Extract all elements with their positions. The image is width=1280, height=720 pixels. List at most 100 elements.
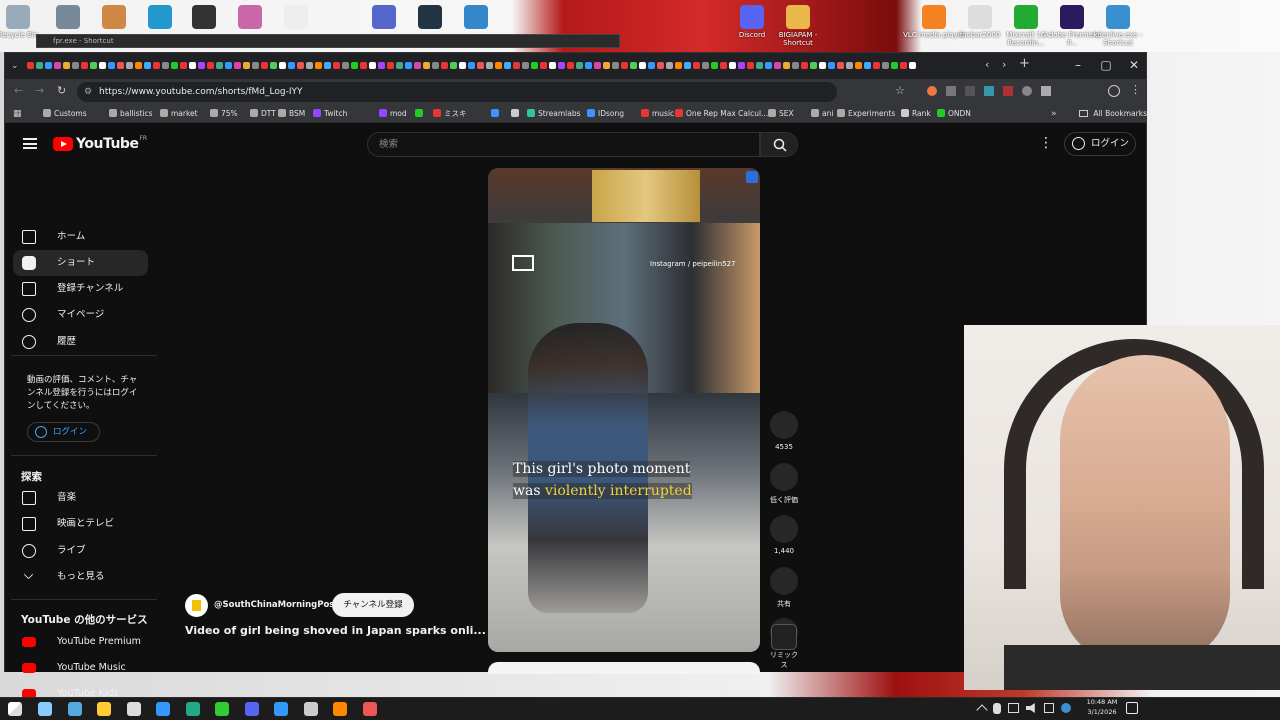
short-title[interactable]: Video of girl being shoved in Japan spar…	[185, 624, 486, 637]
sidebar-item-chevron-down[interactable]: もっと見る	[13, 564, 148, 590]
extension-icon[interactable]	[946, 86, 956, 96]
extension-icon[interactable]	[965, 86, 975, 96]
reload-icon[interactable]: ↻	[57, 84, 66, 97]
tray-expand-icon[interactable]	[976, 704, 988, 716]
browser-menu-icon[interactable]: ⋮	[1130, 83, 1141, 96]
maximize-icon[interactable]: ▢	[1098, 58, 1114, 72]
bookmark-item[interactable]	[511, 105, 522, 123]
channel-avatar[interactable]	[185, 594, 208, 617]
background-window-titlebar[interactable]: fpr.exe - Shortcut	[36, 34, 620, 48]
tab-favicon[interactable]	[180, 62, 187, 69]
tab-scroll-left-icon[interactable]: ‹	[985, 58, 989, 71]
start-icon[interactable]	[8, 702, 22, 716]
tab-favicon[interactable]	[90, 62, 97, 69]
tab-favicon[interactable]	[198, 62, 205, 69]
tab-favicon[interactable]	[450, 62, 457, 69]
bookmark-item[interactable]	[415, 105, 426, 123]
desktop-icon[interactable]	[444, 2, 508, 31]
comment-button[interactable]: 1,440	[769, 515, 799, 555]
tab-favicon[interactable]	[486, 62, 493, 69]
bookmark-item[interactable]: SEX	[768, 105, 794, 123]
tab-favicon[interactable]	[252, 62, 259, 69]
tab-favicon[interactable]	[873, 62, 880, 69]
close-icon[interactable]: ✕	[1126, 58, 1142, 72]
forward-icon[interactable]: →	[35, 84, 44, 97]
taskbar-app-icon[interactable]	[97, 702, 111, 716]
like-button[interactable]: 4535	[769, 411, 799, 451]
tab-favicon[interactable]	[711, 62, 718, 69]
tab-favicon[interactable]	[765, 62, 772, 69]
sidebar-item-service[interactable]: YouTube Premium	[13, 629, 148, 655]
tab-favicon[interactable]	[81, 62, 88, 69]
tab-favicon[interactable]	[837, 62, 844, 69]
taskbar-app-icon[interactable]	[38, 702, 52, 716]
tab-favicon[interactable]	[495, 62, 502, 69]
taskbar-app-icon[interactable]	[333, 702, 347, 716]
tab-favicon[interactable]	[891, 62, 898, 69]
tab-favicon[interactable]	[378, 62, 385, 69]
tab-favicon[interactable]	[243, 62, 250, 69]
tab-favicon[interactable]	[522, 62, 529, 69]
tab-favicon[interactable]	[810, 62, 817, 69]
tab-favicon[interactable]	[477, 62, 484, 69]
tab-favicon[interactable]	[693, 62, 700, 69]
tab-favicon[interactable]	[396, 62, 403, 69]
sidebar-item-you[interactable]: マイページ	[13, 302, 148, 328]
language-icon[interactable]	[1044, 703, 1054, 713]
tab-favicon[interactable]	[630, 62, 637, 69]
tab-favicon[interactable]	[738, 62, 745, 69]
tab-favicon[interactable]	[288, 62, 295, 69]
tab-favicon[interactable]	[162, 62, 169, 69]
tab-favicon[interactable]	[684, 62, 691, 69]
tab-favicon[interactable]	[270, 62, 277, 69]
desktop-icon[interactable]	[264, 2, 328, 31]
sidebar-item-subscriptions[interactable]: 登録チャンネル	[13, 276, 148, 302]
tab-favicon[interactable]	[36, 62, 43, 69]
taskbar-app-icon[interactable]	[244, 702, 259, 716]
tab-favicon[interactable]	[666, 62, 673, 69]
extension-icon[interactable]	[1003, 86, 1013, 96]
bookmark-item[interactable]: 75%	[210, 105, 238, 123]
sound-wave-icon[interactable]	[771, 624, 797, 650]
extension-icon[interactable]	[984, 86, 994, 96]
sidebar-item-shorts[interactable]: ショート	[13, 250, 148, 276]
tab-favicon[interactable]	[747, 62, 754, 69]
bookmark-item[interactable]: music	[641, 105, 674, 123]
desktop-icon[interactable]: BIGIAPAM - Shortcut	[766, 2, 830, 47]
tab-favicon[interactable]	[513, 62, 520, 69]
header-login-button[interactable]: ログイン	[1064, 132, 1136, 156]
tab-favicon[interactable]	[189, 62, 196, 69]
tab-favicon[interactable]	[549, 62, 556, 69]
tab-favicon[interactable]	[639, 62, 646, 69]
new-tab-icon[interactable]: +	[1019, 56, 1030, 71]
tab-favicon[interactable]	[675, 62, 682, 69]
tab-favicon[interactable]	[612, 62, 619, 69]
bookmark-item[interactable]: BSM	[278, 105, 305, 123]
taskbar-app-icon[interactable]	[303, 702, 318, 716]
desktop-icon[interactable]: kdenlive.exe - Shortcut	[1086, 2, 1150, 47]
tab-favicon[interactable]	[882, 62, 889, 69]
minimize-icon[interactable]: –	[1070, 58, 1086, 72]
apps-grid-icon[interactable]: ▦	[13, 105, 22, 123]
subscribe-button[interactable]: チャンネル登録	[332, 593, 414, 617]
tab-favicon[interactable]	[846, 62, 853, 69]
volume-icon[interactable]	[1026, 703, 1035, 713]
tab-favicon[interactable]	[153, 62, 160, 69]
tab-favicon[interactable]	[603, 62, 610, 69]
tab-favicon[interactable]	[576, 62, 583, 69]
settings-more-icon[interactable]: ⋮	[1039, 135, 1053, 151]
tab-favicon[interactable]	[27, 62, 34, 69]
tab-favicon[interactable]	[729, 62, 736, 69]
sidebar-item-home[interactable]: ホーム	[13, 224, 148, 250]
tab-favicon[interactable]	[261, 62, 268, 69]
tab-favicon[interactable]	[648, 62, 655, 69]
taskbar-app-icon[interactable]	[362, 702, 377, 716]
bookmark-item[interactable]: ミスキ	[433, 105, 467, 123]
tab-favicon[interactable]	[774, 62, 781, 69]
all-bookmarks[interactable]: All Bookmarks	[1079, 105, 1147, 123]
tab-favicon[interactable]	[126, 62, 133, 69]
tray-app-icon[interactable]	[1061, 703, 1071, 713]
taskbar-app-icon[interactable]	[185, 702, 200, 716]
sidebar-item-music[interactable]: 音楽	[13, 485, 148, 511]
tab-favicon[interactable]	[558, 62, 565, 69]
